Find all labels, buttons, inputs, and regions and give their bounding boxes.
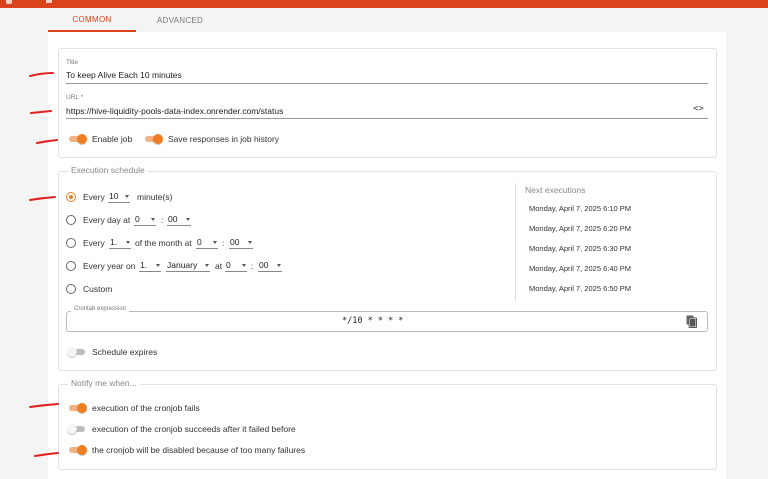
url-input[interactable]: https://hive-liquidity-pools-data-index.…	[66, 106, 283, 116]
year-colon: :	[251, 261, 254, 271]
radio-every-month[interactable]	[66, 238, 76, 248]
chevron-down-icon	[205, 264, 209, 267]
next-execution-item: Monday, April 7, 2025 6:30 PM	[529, 244, 632, 253]
radio-custom[interactable]	[66, 284, 76, 294]
minutes-select[interactable]: 10	[108, 190, 130, 203]
every-day-prefix: Every day at	[83, 215, 131, 225]
tab-advanced[interactable]: ADVANCED	[136, 8, 224, 32]
next-executions-title: Next executions	[525, 185, 586, 195]
chevron-down-icon	[126, 241, 130, 244]
radio-every-year[interactable]	[66, 261, 76, 271]
next-execution-item: Monday, April 7, 2025 6:40 PM	[529, 264, 632, 273]
year-hour-select[interactable]: 0	[225, 259, 247, 272]
year-day-select[interactable]: 1.	[139, 259, 161, 272]
enable-job-toggle[interactable]	[67, 134, 87, 144]
every-minutes-prefix: Every	[83, 192, 105, 202]
year-month-value: January	[167, 260, 198, 270]
crontab-value: */10 * * * *	[342, 316, 404, 326]
every-minutes-suffix: minute(s)	[137, 192, 173, 202]
chevron-down-icon	[125, 195, 129, 198]
schedule-expires-label: Schedule expires	[92, 347, 158, 357]
day-minute-select[interactable]: 00	[167, 213, 191, 226]
title-input[interactable]: To keep Alive Each 10 minutes	[66, 70, 182, 80]
minutes-select-value: 10	[109, 191, 119, 201]
month-minute-select[interactable]: 00	[229, 236, 253, 249]
day-minute-value: 00	[168, 214, 178, 224]
app-header-bar	[0, 0, 768, 8]
month-hour-value: 0	[197, 237, 202, 247]
header-logo-fragment	[6, 0, 12, 4]
save-responses-label: Save responses in job history	[168, 134, 280, 144]
next-execution-item: Monday, April 7, 2025 6:10 PM	[529, 204, 632, 213]
month-hour-select[interactable]: 0	[196, 236, 218, 249]
tab-bar: COMMON ADVANCED	[48, 8, 224, 32]
notify-recover-toggle[interactable]	[67, 424, 87, 434]
chevron-down-icon	[213, 241, 217, 244]
year-day-value: 1.	[140, 260, 148, 270]
month-minute-value: 00	[230, 237, 240, 247]
every-year-prefix: Every year on	[83, 261, 136, 271]
chevron-down-icon	[151, 218, 155, 221]
radio-every-minutes[interactable]	[66, 192, 76, 202]
day-hour-value: 0	[135, 214, 140, 224]
every-month-middle: of the month at	[135, 238, 192, 248]
year-month-select[interactable]: January	[166, 259, 210, 272]
radio-every-day[interactable]	[66, 215, 76, 225]
url-label: URL *	[66, 94, 84, 101]
day-hour-select[interactable]: 0	[134, 213, 156, 226]
next-execution-item: Monday, April 7, 2025 6:50 PM	[529, 284, 632, 293]
save-responses-toggle[interactable]	[143, 134, 163, 144]
notify-disabled-toggle[interactable]	[67, 445, 87, 455]
year-at: at	[215, 261, 223, 271]
chevron-down-icon	[242, 264, 246, 267]
crontab-label: Crontab expression	[71, 306, 130, 312]
url-underline	[66, 118, 708, 119]
title-underline	[66, 83, 708, 84]
notify-recover-label: execution of the cronjob succeeds after …	[92, 424, 296, 434]
notify-fail-label: execution of the cronjob fails	[92, 403, 200, 413]
notify-fail-toggle[interactable]	[67, 403, 87, 413]
day-colon: :	[161, 215, 164, 225]
notify-legend: Notify me when...	[68, 378, 140, 388]
month-day-value: 1.	[110, 237, 118, 247]
header-title-fragment	[46, 0, 52, 3]
year-minute-value: 00	[259, 260, 269, 270]
next-executions-divider	[515, 183, 516, 301]
custom-label: Custom	[83, 284, 113, 294]
month-colon: :	[222, 238, 225, 248]
chevron-down-icon	[248, 241, 252, 244]
chevron-down-icon	[186, 218, 190, 221]
copy-icon[interactable]	[686, 315, 697, 328]
month-day-select[interactable]: 1.	[109, 236, 131, 249]
notify-disabled-label: the cronjob will be disabled because of …	[92, 445, 306, 455]
next-execution-item: Monday, April 7, 2025 6:20 PM	[529, 224, 632, 233]
chevron-down-icon	[156, 264, 160, 267]
schedule-expires-toggle[interactable]	[67, 347, 87, 357]
year-minute-select[interactable]: 00	[258, 259, 282, 272]
title-label: Title	[66, 59, 79, 66]
tab-common[interactable]: COMMON	[48, 8, 136, 32]
every-month-prefix: Every	[83, 238, 105, 248]
execution-schedule-legend: Execution schedule	[68, 165, 148, 175]
year-hour-value: 0	[226, 260, 231, 270]
chevron-down-icon	[277, 264, 281, 267]
code-brackets-icon[interactable]: <>	[693, 104, 704, 114]
enable-job-label: Enable job	[92, 134, 133, 144]
